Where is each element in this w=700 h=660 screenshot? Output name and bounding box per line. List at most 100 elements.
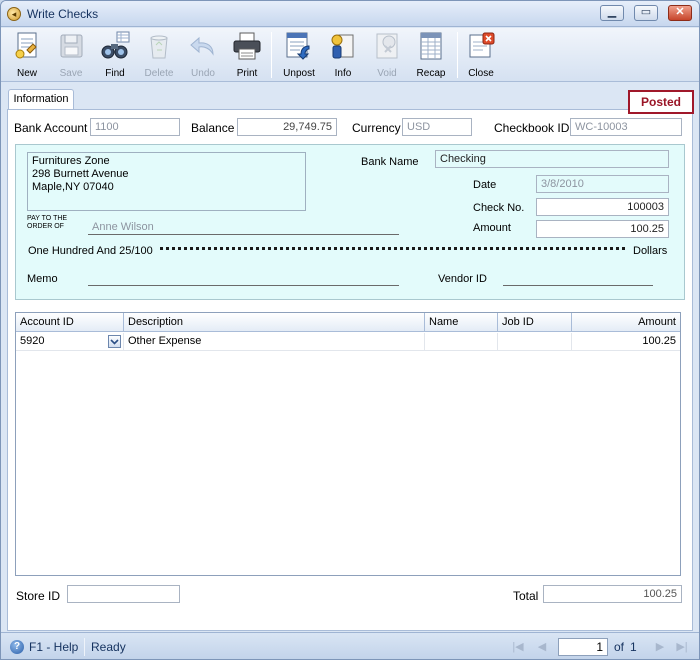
- balance-label: Balance: [191, 121, 235, 135]
- date-label: Date: [473, 179, 497, 191]
- recap-button[interactable]: Recap: [411, 30, 451, 80]
- status-text: Ready: [91, 640, 126, 654]
- write-checks-window: ◂ Write Checks ▁ ▭ ✕ New Save Find Delet…: [0, 0, 700, 660]
- info-book-icon: [331, 34, 354, 59]
- status-badge: Posted: [628, 90, 694, 114]
- currency-label: Currency: [352, 121, 401, 135]
- app-icon: ◂: [7, 7, 21, 21]
- binoculars-icon: [101, 31, 130, 59]
- help-text[interactable]: F1 - Help: [29, 640, 78, 654]
- close-icon: ✕: [675, 6, 685, 18]
- amount-label: Amount: [473, 222, 511, 234]
- col-job-id[interactable]: Job ID: [498, 313, 572, 332]
- cell-description[interactable]: Other Expense: [124, 333, 425, 351]
- info-button[interactable]: Info: [323, 30, 363, 80]
- total-field: 100.25: [543, 585, 682, 603]
- undo-button[interactable]: Undo: [183, 30, 223, 80]
- cell-account-id[interactable]: 5920: [16, 333, 124, 351]
- pay-to-line: PAY TO THE: [27, 215, 68, 222]
- close-button[interactable]: Close: [461, 30, 501, 80]
- recycle-bin-icon: [150, 35, 168, 59]
- window-title: Write Checks: [27, 7, 99, 21]
- cell-name[interactable]: [425, 333, 498, 351]
- next-page-icon[interactable]: ▶: [652, 639, 668, 655]
- recap-spreadsheet-icon: [420, 32, 442, 60]
- void-button[interactable]: Void: [367, 30, 407, 80]
- store-id-field[interactable]: [67, 585, 180, 603]
- pay-to-underline: [88, 234, 399, 235]
- table-row[interactable]: 5920 Other Expense 100.25: [16, 333, 680, 351]
- payee-line: 298 Burnett Avenue: [32, 168, 129, 180]
- find-label: Find: [105, 68, 125, 79]
- printer-icon: [233, 32, 261, 60]
- cell-amount[interactable]: 100.25: [572, 333, 680, 351]
- cell-job-id[interactable]: [498, 333, 572, 351]
- close-label: Close: [468, 68, 494, 79]
- toolbar-separator: [457, 32, 458, 78]
- grid-header: Account ID Description Name Job ID Amoun…: [16, 313, 680, 332]
- unpost-button[interactable]: Unpost: [279, 30, 319, 80]
- save-label: Save: [59, 68, 83, 79]
- undo-arrow-icon: [190, 36, 214, 56]
- bank-account-field[interactable]: 1100: [90, 118, 180, 136]
- account-dropdown-button[interactable]: [108, 335, 121, 348]
- total-label: Total: [513, 589, 539, 603]
- page-number-input[interactable]: 1: [558, 638, 608, 656]
- col-amount[interactable]: Amount: [572, 313, 680, 332]
- amount-field[interactable]: 100.25: [536, 220, 669, 238]
- print-label: Print: [236, 68, 258, 79]
- undo-label: Undo: [191, 68, 215, 79]
- new-label: New: [16, 68, 37, 79]
- dollars-label: Dollars: [633, 245, 668, 257]
- payee-line: Furnitures Zone: [32, 155, 110, 167]
- payee-line: Maple,NY 07040: [32, 181, 114, 193]
- maximize-button[interactable]: ▭: [634, 5, 658, 21]
- new-document-icon: [15, 32, 37, 59]
- toolbar-separator: [271, 32, 272, 78]
- of-label: of: [614, 640, 625, 654]
- delete-button[interactable]: Delete: [139, 30, 179, 80]
- pay-to-line: ORDER OF: [27, 223, 64, 230]
- chevron-down-icon: [110, 339, 119, 345]
- account-id-value: 5920: [20, 335, 45, 347]
- store-id-label: Store ID: [16, 589, 61, 603]
- statusbar-separator: [84, 638, 85, 656]
- maximize-icon: ▭: [640, 6, 652, 18]
- unpost-icon: [286, 32, 310, 60]
- save-button[interactable]: Save: [51, 30, 91, 80]
- void-icon: [376, 33, 398, 59]
- find-button[interactable]: Find: [95, 30, 135, 80]
- checkbook-field[interactable]: WC-10003: [570, 118, 682, 136]
- recap-label: Recap: [416, 68, 446, 79]
- payee-address-box[interactable]: Furnitures Zone 298 Burnett Avenue Maple…: [27, 152, 306, 211]
- currency-field[interactable]: USD: [402, 118, 472, 136]
- col-description[interactable]: Description: [124, 313, 425, 332]
- help-icon[interactable]: ?: [10, 640, 24, 654]
- void-label: Void: [377, 68, 397, 79]
- first-page-icon[interactable]: |◀: [510, 639, 526, 655]
- check-no-field[interactable]: 100003: [536, 198, 669, 216]
- previous-page-icon[interactable]: ◀: [534, 639, 550, 655]
- bank-name-field[interactable]: Checking: [435, 150, 669, 168]
- vendor-id-label: Vendor ID: [438, 273, 487, 285]
- vendor-id-line[interactable]: [503, 285, 653, 286]
- date-field[interactable]: 3/8/2010: [536, 175, 669, 193]
- tab-information[interactable]: Information: [8, 89, 74, 110]
- col-name[interactable]: Name: [425, 313, 498, 332]
- new-button[interactable]: New: [7, 30, 47, 80]
- print-button[interactable]: Print: [227, 30, 267, 80]
- title-bar: ◂ Write Checks ▁ ▭ ✕: [1, 1, 699, 27]
- minimize-button[interactable]: ▁: [600, 5, 624, 21]
- close-form-icon: [469, 32, 495, 58]
- toolbar: New Save Find Delete Undo Print Unpost I…: [1, 28, 699, 82]
- check-area: Furnitures Zone 298 Burnett Avenue Maple…: [15, 144, 685, 300]
- balance-field: 29,749.75: [237, 118, 337, 136]
- memo-line[interactable]: [88, 285, 399, 286]
- close-window-button[interactable]: ✕: [668, 5, 692, 21]
- last-page-icon[interactable]: ▶|: [674, 639, 690, 655]
- pay-to-name[interactable]: Anne Wilson: [92, 221, 154, 233]
- check-no-label: Check No.: [473, 202, 525, 214]
- col-account-id[interactable]: Account ID: [16, 313, 124, 332]
- amount-in-words: One Hundred And 25/100: [28, 245, 153, 257]
- total-pages: 1: [630, 640, 637, 654]
